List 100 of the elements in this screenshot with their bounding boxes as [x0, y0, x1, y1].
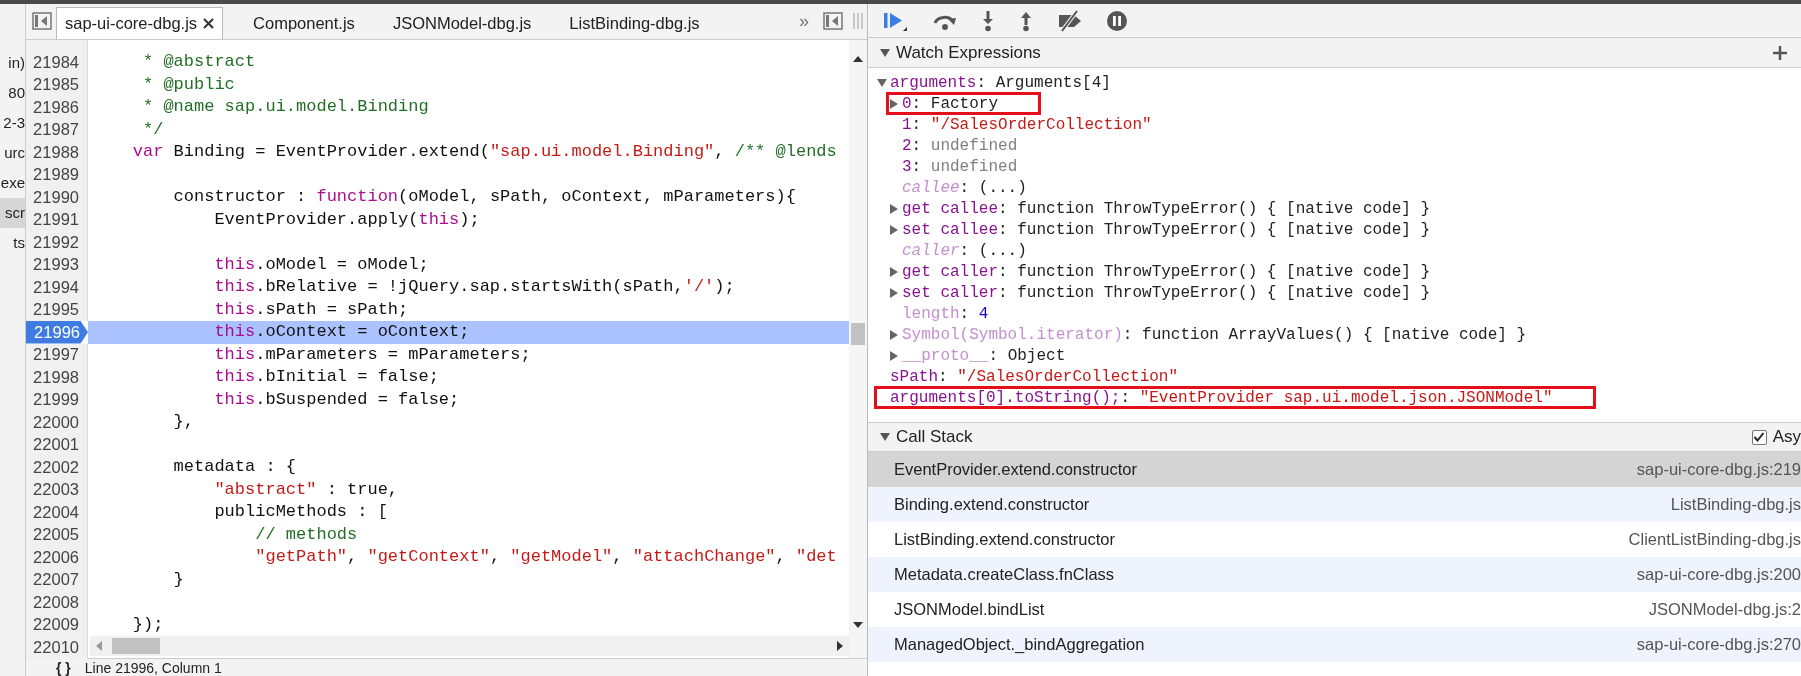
- line-number[interactable]: 22002: [26, 456, 88, 479]
- line-number[interactable]: 21997: [26, 343, 88, 366]
- drag-handle-icon[interactable]: [853, 12, 863, 30]
- vertical-scrollbar[interactable]: [849, 40, 867, 658]
- code-line: publicMethods : [: [213, 502, 388, 523]
- line-number[interactable]: 21985: [26, 73, 88, 96]
- line-number[interactable]: 21993: [26, 253, 88, 276]
- source-location: sap-ui-core-dbg.js:219: [1636, 459, 1801, 481]
- code-line: this.oModel = oModel;: [213, 254, 429, 275]
- watch-entry: callee: (...): [902, 179, 1027, 196]
- watch-expressions-header[interactable]: Watch Expressions: [868, 38, 1801, 68]
- file-tab[interactable]: sap-ui-core-dbg.js: [56, 7, 224, 39]
- file-tab[interactable]: Component.js: [245, 7, 363, 39]
- line-number[interactable]: 21996: [26, 321, 88, 344]
- watch-entry: caller: (...): [902, 242, 1027, 259]
- code-line: */: [142, 119, 164, 140]
- close-icon[interactable]: [203, 18, 215, 29]
- call-stack-header[interactable]: Call Stack Asy: [868, 422, 1801, 452]
- line-number[interactable]: 21992: [26, 231, 88, 254]
- line-number[interactable]: 21987: [26, 118, 88, 141]
- function-name: EventProvider.extend.constructor: [894, 459, 1138, 481]
- navigator-item[interactable]: 80: [0, 78, 25, 108]
- code-line: this.bSuspended = false;: [213, 389, 460, 410]
- function-name: Binding.extend.constructor: [894, 494, 1090, 516]
- line-number[interactable]: 21986: [26, 96, 88, 119]
- call-frame[interactable]: EventProvider.extend.constructor sap-ui-core-dbg.js:219: [868, 452, 1801, 487]
- line-number[interactable]: 21994: [26, 276, 88, 299]
- navigator-item[interactable]: urc: [0, 138, 25, 168]
- source-location: sap-ui-core-dbg.js:200: [1636, 564, 1801, 586]
- file-tab[interactable]: ListBinding-dbg.js: [561, 7, 708, 39]
- collapse-triangle-icon[interactable]: [889, 266, 899, 277]
- line-number[interactable]: 21990: [26, 186, 88, 209]
- section-title: Call Stack: [896, 426, 973, 449]
- expand-triangle-icon[interactable]: [877, 77, 887, 88]
- line-number[interactable]: 22004: [26, 501, 88, 524]
- line-number[interactable]: 22003: [26, 478, 88, 501]
- line-number[interactable]: 21988: [26, 141, 88, 164]
- code-line: // methods: [254, 524, 358, 545]
- pause-on-exceptions-icon[interactable]: [1106, 9, 1128, 32]
- scrollbar-thumb[interactable]: [112, 638, 160, 654]
- watch-entry: 0: Factory: [902, 95, 999, 112]
- line-number[interactable]: 21991: [26, 208, 88, 231]
- call-frame[interactable]: ManagedObject._bindAggregation sap-ui-core-dbg.js:270: [868, 627, 1801, 662]
- code-line: },: [172, 412, 195, 433]
- line-number[interactable]: 22009: [26, 613, 88, 636]
- watch-entry: 1: "/SalesOrderCollection": [902, 116, 1152, 133]
- watch-entry: get caller: function ThrowTypeError() { [native code] }: [902, 263, 1431, 280]
- call-frame[interactable]: Metadata.createClass.fnClass sap-ui-core-dbg.js:200: [868, 557, 1801, 592]
- line-number[interactable]: 21998: [26, 366, 88, 389]
- expand-triangle-icon[interactable]: [880, 432, 890, 442]
- line-number[interactable]: 22007: [26, 568, 88, 591]
- navigator-item[interactable]: ts: [0, 228, 25, 258]
- collapse-triangle-icon[interactable]: [889, 224, 899, 235]
- line-number[interactable]: 22008: [26, 591, 88, 614]
- call-frame[interactable]: Binding.extend.constructor ListBinding-dbg.js: [868, 487, 1801, 522]
- code-line: this.oContext = oContext;: [213, 322, 470, 343]
- line-number[interactable]: 21995: [26, 298, 88, 321]
- watch-entry: arguments: Arguments[4]: [890, 74, 1111, 91]
- line-number[interactable]: 22000: [26, 411, 88, 434]
- code-line: metadata : {: [172, 457, 297, 478]
- collapse-triangle-icon[interactable]: [889, 98, 899, 109]
- tab-overflow-button[interactable]: »: [799, 3, 809, 39]
- code-line: * @abstract: [142, 52, 256, 73]
- line-number[interactable]: 22006: [26, 546, 88, 569]
- watch-entry: length: 4: [902, 305, 989, 322]
- line-number[interactable]: 22001: [26, 433, 88, 456]
- watch-entry: 3: undefined: [902, 158, 1018, 175]
- collapse-triangle-icon[interactable]: [889, 329, 899, 340]
- async-label: Asy: [1772, 426, 1801, 449]
- watch-entry: __proto__: Object: [902, 347, 1066, 364]
- cursor-position: Line 21996, Column 1: [84, 660, 222, 675]
- navigator-item[interactable]: exe: [0, 168, 25, 198]
- line-number[interactable]: 21984: [26, 51, 88, 74]
- line-number[interactable]: 22005: [26, 523, 88, 546]
- line-number[interactable]: 21989: [26, 163, 88, 186]
- collapse-triangle-icon[interactable]: [889, 287, 899, 298]
- pretty-print-button[interactable]: { }: [56, 660, 71, 675]
- line-number[interactable]: 22010: [26, 636, 88, 659]
- collapse-triangle-icon[interactable]: [889, 350, 899, 361]
- line-number[interactable]: 21999: [26, 388, 88, 411]
- scroll-right-icon[interactable]: [837, 641, 843, 651]
- code-line: var Binding = EventProvider.extend("sap.ui.model.Binding", /** @lends: [131, 142, 837, 163]
- navigator-item[interactable]: 2-3: [0, 108, 25, 138]
- scroll-down-icon[interactable]: [853, 622, 863, 628]
- source-location: JSONModel-dbg.js:2: [1648, 599, 1801, 621]
- navigator-item[interactable]: in): [0, 48, 25, 78]
- collapse-triangle-icon[interactable]: [889, 203, 899, 214]
- expand-triangle-icon[interactable]: [880, 47, 890, 58]
- debugger-toggle-icon[interactable]: [823, 12, 843, 30]
- file-tab[interactable]: JSONModel-dbg.js: [384, 7, 540, 39]
- scrollbar-thumb[interactable]: [851, 323, 865, 345]
- add-icon[interactable]: [1773, 45, 1787, 60]
- sidebar-toggle-icon[interactable]: [32, 12, 52, 30]
- async-checkbox[interactable]: [1751, 429, 1767, 445]
- function-name: Metadata.createClass.fnClass: [894, 564, 1115, 586]
- code-line: EventProvider.apply(this);: [213, 209, 480, 230]
- section-title: Watch Expressions: [896, 41, 1041, 64]
- navigator-item[interactable]: scr: [0, 198, 25, 228]
- horizontal-scrollbar[interactable]: [90, 636, 849, 656]
- scroll-up-icon[interactable]: [853, 56, 863, 62]
